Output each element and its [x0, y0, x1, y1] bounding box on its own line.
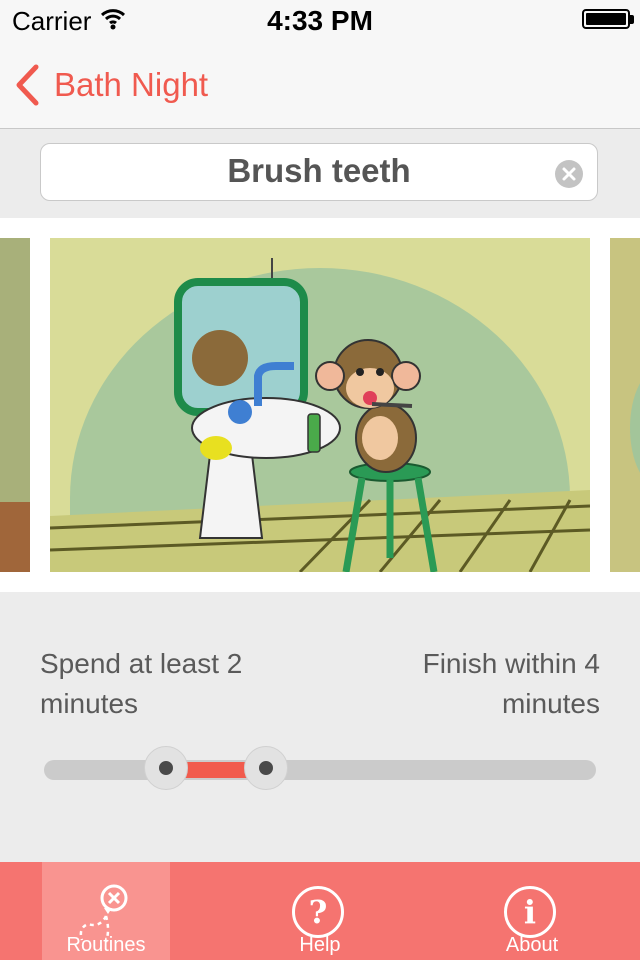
previous-image-peek[interactable] — [0, 238, 30, 572]
max-time-label: Finish within 4 minutes — [422, 648, 600, 719]
min-time-label: Spend at least 2 minutes — [40, 648, 243, 719]
tab-about[interactable]: i About — [468, 862, 596, 960]
chevron-left-icon — [16, 64, 39, 106]
task-title-text: Brush teeth — [227, 152, 411, 189]
back-button-label: Bath Night — [54, 66, 209, 103]
tab-bar: Routines ? Help i About — [0, 862, 640, 960]
status-bar: Carrier 4:33 PM — [0, 0, 640, 40]
min-time-handle[interactable] — [144, 746, 188, 790]
task-title-field[interactable]: Brush teeth — [40, 143, 598, 201]
tab-help-label: Help — [299, 934, 341, 956]
back-button[interactable]: Bath Night — [12, 60, 208, 110]
tab-routines[interactable]: Routines — [42, 862, 170, 960]
help-icon: ? — [292, 886, 344, 938]
tab-routines-label: Routines — [66, 934, 146, 956]
battery-icon — [582, 9, 630, 29]
tab-about-label: About — [505, 934, 559, 956]
status-time: 4:33 PM — [267, 5, 373, 36]
next-image-peek[interactable] — [610, 238, 640, 572]
battery-tip — [630, 15, 634, 24]
info-icon: i — [504, 886, 556, 938]
max-time-handle[interactable] — [244, 746, 288, 790]
title-bar: Brush teeth — [0, 129, 640, 219]
clear-x-icon — [562, 167, 576, 181]
clear-text-button[interactable] — [555, 160, 583, 188]
tab-help[interactable]: ? Help — [256, 862, 384, 960]
navigation-bar: Bath Night — [0, 40, 640, 129]
timing-section: Spend at least 2 minutes Finish within 4… — [0, 592, 640, 862]
monkey-brushing-teeth-illustration — [50, 238, 590, 572]
time-range-slider[interactable] — [44, 746, 596, 790]
slider-track[interactable] — [44, 760, 596, 780]
image-carousel[interactable] — [0, 218, 640, 592]
